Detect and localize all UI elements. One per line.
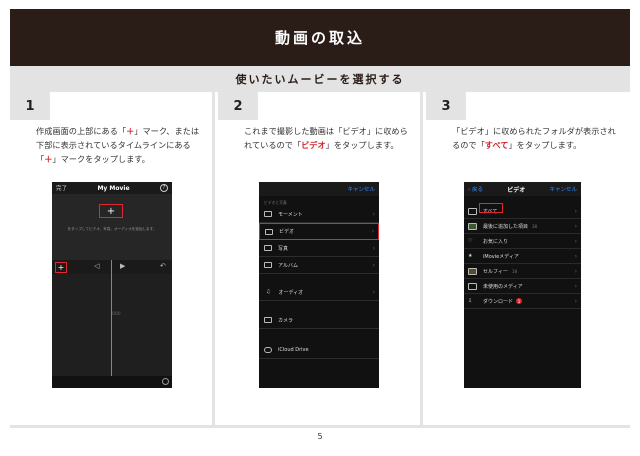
step-number: 2 xyxy=(218,92,258,120)
hint-text: をタップしてビデオ、写真、オーディオを追加します。 xyxy=(67,227,157,231)
footer-divider xyxy=(10,425,630,428)
cancel-button[interactable]: キャンセル xyxy=(347,185,375,193)
play-icon[interactable]: ▶ xyxy=(120,262,125,270)
screen-title: ビデオ xyxy=(507,186,526,194)
phone-screenshot: 完了 My Movie ? + をタップしてビデオ、写真、オーディオを追加します… xyxy=(52,182,172,388)
list-item[interactable]: 最後に追加した項目 38 › xyxy=(464,219,581,234)
list-item[interactable]: 写真 › xyxy=(259,240,379,257)
timeline-placeholder: 000 xyxy=(112,312,121,317)
camera-list: カメラ xyxy=(259,312,379,329)
list-item[interactable]: 未使用のメディア › xyxy=(464,279,581,294)
nav-bar: ‹ 戻る ビデオ キャンセル xyxy=(464,182,581,196)
gear-icon[interactable] xyxy=(162,378,169,385)
phone-screenshot: キャンセル ビデオと写真 モーメント › ビデオ › 写真 › アルバム › ♫ オーディ… xyxy=(259,182,379,388)
list-item[interactable]: iCloud Drive xyxy=(259,342,379,359)
folder-list: すべて › 最後に追加した項目 38 › ♡ お気に入り › ★ iMovieメディア › セ… xyxy=(464,204,581,309)
page-number: 5 xyxy=(317,432,323,441)
list-item[interactable]: セルフィー 18 › xyxy=(464,264,581,279)
camera-icon xyxy=(264,317,272,323)
thumbnail-icon xyxy=(468,222,477,230)
list-item[interactable]: モーメント › xyxy=(259,206,379,223)
list-item[interactable]: アルバム › xyxy=(259,257,379,274)
back-button[interactable]: ‹ 戻る xyxy=(468,185,483,193)
download-icon: ⇩ xyxy=(468,298,473,304)
section-header: 動画の取込 xyxy=(10,9,630,66)
media-list: モーメント › ビデオ › 写真 › アルバム › xyxy=(259,206,379,274)
list-item[interactable]: ♫ オーディオ › xyxy=(259,284,379,301)
subheader-title: 使いたいムービーを選択する xyxy=(235,73,405,86)
thumbnail-icon xyxy=(468,267,477,275)
step-description: 作成画面の上部にある「＋」マーク、または下部に表示されているタイムラインにある「… xyxy=(36,126,200,164)
film-icon xyxy=(468,282,477,290)
step-panel-1: 1 作成画面の上部にある「＋」マーク、または下部に表示されているタイムラインにあ… xyxy=(10,92,215,425)
film-icon xyxy=(265,228,273,235)
playhead xyxy=(111,260,112,376)
nav-bar: キャンセル xyxy=(259,182,379,196)
undo-icon[interactable]: ↶ xyxy=(160,262,166,270)
list-item[interactable]: ⇩ ダウンロード 1 › xyxy=(464,294,581,309)
cancel-button[interactable]: キャンセル xyxy=(549,185,577,193)
count-badge: 1 xyxy=(516,298,523,304)
folder-icon xyxy=(264,211,272,217)
nav-bar: 完了 My Movie ? xyxy=(52,182,172,194)
phone-screenshot: ‹ 戻る ビデオ キャンセル すべて › 最後に追加した項目 38 › ♡ お気に入り ›… xyxy=(464,182,581,388)
film-icon xyxy=(468,207,477,215)
cloud-icon xyxy=(264,347,272,353)
done-button[interactable]: 完了 xyxy=(56,184,67,192)
music-icon: ♫ xyxy=(266,289,271,295)
section-subheader: 使いたいムービーを選択する xyxy=(10,66,630,92)
list-item-video[interactable]: ビデオ › xyxy=(259,223,379,240)
photo-icon xyxy=(264,245,272,251)
bottom-bar xyxy=(52,376,172,388)
heart-icon: ♡ xyxy=(468,238,473,244)
help-icon[interactable]: ? xyxy=(160,184,168,192)
list-item[interactable]: ★ iMovieメディア › xyxy=(464,249,581,264)
rewind-icon[interactable]: ◁ xyxy=(94,262,99,270)
cloud-list: iCloud Drive xyxy=(259,342,379,359)
add-media-button[interactable]: + xyxy=(99,204,123,218)
step-panel-3: 3 「ビデオ」に収められたフォルダが表示されるので「すべて」をタップします。 ‹… xyxy=(426,92,630,425)
star-icon: ★ xyxy=(468,253,473,259)
timeline[interactable] xyxy=(52,274,172,376)
project-title: My Movie xyxy=(97,184,130,192)
step-description: 「ビデオ」に収められたフォルダが表示されるので「すべて」をタップします。 xyxy=(452,126,616,150)
highlight-box xyxy=(479,203,503,213)
album-icon xyxy=(264,262,272,268)
toolbar xyxy=(52,260,172,274)
timeline-add-button[interactable]: + xyxy=(55,262,67,273)
step-number: 1 xyxy=(10,92,50,120)
section-title: 動画の取込 xyxy=(274,29,365,47)
step-number: 3 xyxy=(426,92,466,120)
step-panel-2: 2 これまで撮影した動画は「ビデオ」に収められているので「ビデオ」をタップします… xyxy=(218,92,423,425)
list-item[interactable]: カメラ xyxy=(259,312,379,329)
step-description: これまで撮影した動画は「ビデオ」に収められているので「ビデオ」をタップします。 xyxy=(244,126,408,150)
audio-list: ♫ オーディオ › xyxy=(259,284,379,301)
list-item[interactable]: ♡ お気に入り › xyxy=(464,234,581,249)
